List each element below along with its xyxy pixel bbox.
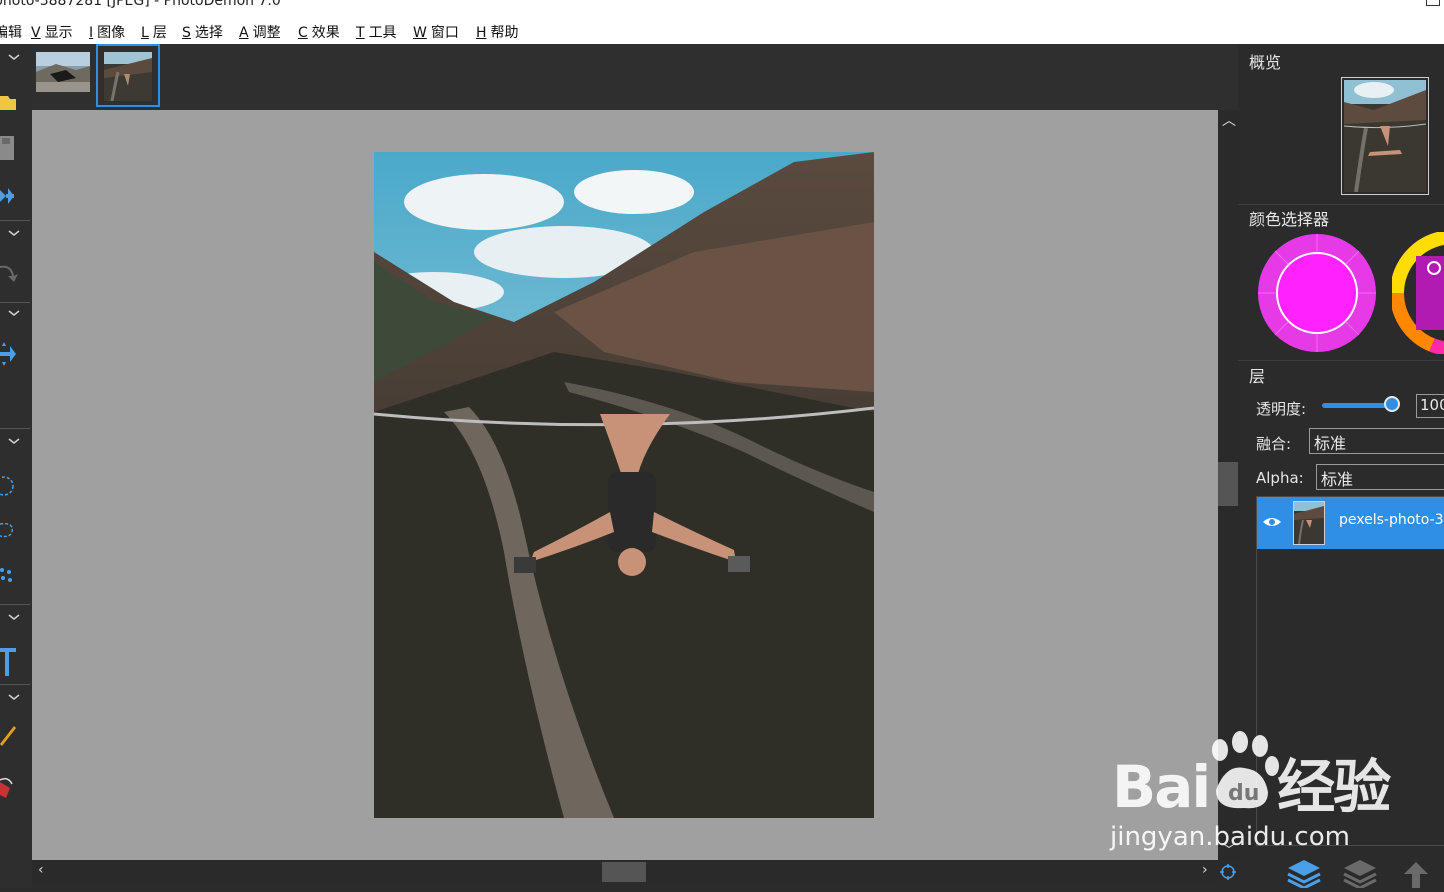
layer-thumbnail xyxy=(1293,501,1325,545)
menu-effects[interactable]: C 效果 xyxy=(298,22,340,42)
menu-help[interactable]: H 帮助 xyxy=(476,22,519,42)
eye-icon[interactable] xyxy=(1261,513,1283,531)
toolbar-divider xyxy=(0,604,30,605)
brush-icon[interactable] xyxy=(0,720,24,748)
status-bar xyxy=(32,882,1218,888)
color-picker-title: 颜色选择器 xyxy=(1249,210,1330,229)
text-tool-icon[interactable] xyxy=(0,644,24,676)
panel-divider xyxy=(1238,360,1444,361)
panel-divider xyxy=(1238,204,1444,205)
opacity-slider-handle[interactable] xyxy=(1384,396,1400,412)
overview-thumbnail[interactable] xyxy=(1341,77,1429,195)
alpha-mode-select[interactable]: 标准 xyxy=(1316,464,1444,490)
window-title: photo-3887281 [JPEG] - PhotoDemon 7.0 xyxy=(0,0,281,9)
chevron-down-icon[interactable] xyxy=(7,436,21,448)
menu-view[interactable]: V 显示 xyxy=(31,22,73,42)
toolbar-divider xyxy=(0,220,30,221)
opacity-label: 透明度: xyxy=(1256,400,1307,418)
image-tab-thumbnail[interactable] xyxy=(36,52,92,96)
opacity-slider-track xyxy=(1322,403,1392,408)
opacity-input[interactable]: 100 xyxy=(1416,394,1444,418)
magic-wand-icon[interactable] xyxy=(0,560,24,588)
center-view-icon[interactable] xyxy=(1220,864,1236,880)
chevron-down-icon[interactable] xyxy=(7,308,21,320)
title-bar: photo-3887281 [JPEG] - PhotoDemon 7.0 xyxy=(0,0,1444,18)
menu-image[interactable]: I 图像 xyxy=(89,22,125,42)
open-folder-icon[interactable] xyxy=(0,88,24,116)
blend-mode-select[interactable]: 标准 xyxy=(1309,428,1444,454)
hue-wheel[interactable] xyxy=(1392,232,1444,354)
layer-item[interactable]: pexels-photo-3 xyxy=(1257,497,1444,549)
layer-list[interactable]: pexels-photo-3 xyxy=(1256,496,1444,846)
chevron-down-icon[interactable] xyxy=(7,228,21,240)
chevron-down-icon[interactable] xyxy=(7,52,21,64)
overview-title: 概览 xyxy=(1249,53,1282,72)
save-icon[interactable] xyxy=(0,132,24,160)
vertical-scrollbar[interactable]: ︿ ﹀ xyxy=(1218,110,1238,860)
opacity-slider[interactable] xyxy=(1322,396,1400,414)
toolbar-divider xyxy=(0,428,30,429)
toolbar-divider xyxy=(0,684,30,685)
layer-name: pexels-photo-3 xyxy=(1339,512,1444,528)
move-tool-icon[interactable] xyxy=(0,340,24,368)
chevron-down-icon[interactable] xyxy=(7,692,21,704)
layers-title: 层 xyxy=(1249,367,1266,386)
fill-bucket-icon[interactable] xyxy=(0,774,24,802)
photo-zipline[interactable] xyxy=(374,152,874,818)
alpha-mode-label: Alpha: xyxy=(1256,469,1304,487)
scroll-right-icon[interactable]: › xyxy=(1202,863,1208,877)
image-canvas[interactable] xyxy=(32,110,1218,860)
menu-bar: 编辑 V 显示 I 图像 L层 S 选择 A 调整 C 效果 T 工具 W 窗口 H 帮助 xyxy=(0,18,1444,44)
scroll-up-icon[interactable]: ︿ xyxy=(1222,114,1236,128)
menu-select[interactable]: S 选择 xyxy=(182,22,223,42)
scroll-down-icon[interactable]: ﹀ xyxy=(1222,844,1236,858)
chevron-down-icon[interactable] xyxy=(7,612,21,624)
blend-mode-label: 融合: xyxy=(1256,435,1292,453)
ellipse-select-icon[interactable] xyxy=(0,472,24,500)
lasso-select-icon[interactable] xyxy=(0,516,24,544)
menu-tools[interactable]: T 工具 xyxy=(356,22,397,42)
tool-sidebar xyxy=(0,44,32,888)
layer-stack-icon[interactable] xyxy=(1284,856,1324,890)
toolbar-divider xyxy=(0,302,30,303)
horizontal-scroll-thumb[interactable] xyxy=(602,862,646,882)
menu-adjust[interactable]: A 调整 xyxy=(239,22,281,42)
layers-icon[interactable] xyxy=(1340,856,1380,890)
horizontal-scrollbar[interactable]: ‹ › xyxy=(32,860,1218,882)
vertical-scroll-thumb[interactable] xyxy=(1218,462,1238,506)
menu-layer[interactable]: L层 xyxy=(141,22,167,42)
window-restore-icon[interactable] xyxy=(1426,0,1440,6)
scroll-left-icon[interactable]: ‹ xyxy=(38,863,44,877)
image-tab-thumbnail-selected[interactable] xyxy=(96,44,160,107)
move-layer-up-icon[interactable] xyxy=(1396,856,1436,888)
menu-edit[interactable]: 编辑 xyxy=(0,22,22,42)
menu-window[interactable]: W 窗口 xyxy=(413,22,459,42)
image-tabs-strip xyxy=(32,44,1238,110)
right-panel: 概览 颜色选择器 层 透明度: 100 融合: 标准 Alpha: 标准 pex… xyxy=(1238,44,1444,890)
move-arrows-icon[interactable] xyxy=(0,182,24,210)
redo-icon[interactable] xyxy=(0,258,24,286)
primary-color-wheel[interactable] xyxy=(1256,232,1378,354)
